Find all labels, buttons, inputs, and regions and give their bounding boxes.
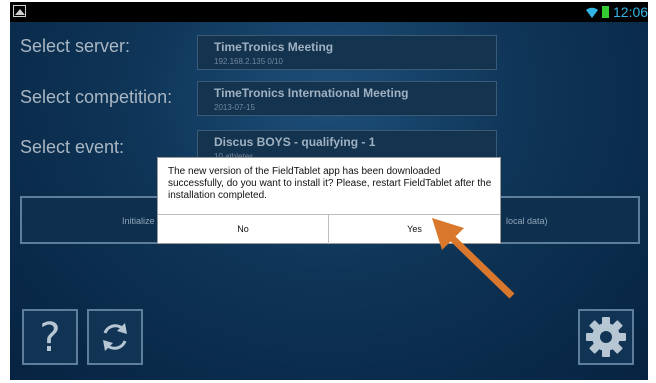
competition-select[interactable]: TimeTronics International Meeting 2013-0… bbox=[197, 81, 497, 116]
no-button[interactable]: No bbox=[158, 215, 329, 244]
battery-icon bbox=[602, 6, 609, 18]
server-value: TimeTronics Meeting bbox=[214, 40, 334, 54]
event-value: Discus BOYS - qualifying - 1 bbox=[214, 135, 376, 149]
sync-icon bbox=[103, 323, 127, 351]
wifi-icon bbox=[586, 7, 598, 18]
server-select[interactable]: TimeTronics Meeting 192.168.2.135 0/10 bbox=[197, 35, 497, 70]
competition-value: TimeTronics International Meeting bbox=[214, 86, 409, 100]
settings-button[interactable] bbox=[578, 309, 634, 365]
sync-button[interactable] bbox=[87, 309, 143, 365]
server-detail: 192.168.2.135 0/10 bbox=[214, 57, 283, 66]
settings-icon bbox=[586, 317, 626, 357]
help-button[interactable]: ? bbox=[22, 309, 78, 365]
annotation-arrow-icon bbox=[432, 218, 515, 299]
initialize-label: Initialize bbox=[122, 216, 155, 226]
tablet-screen: 12:06 Select server: TimeTronics Meeting… bbox=[10, 2, 648, 380]
competition-detail: 2013-07-15 bbox=[214, 103, 255, 112]
event-label: Select event: bbox=[20, 137, 125, 157]
dialog-message: The new version of the FieldTablet app h… bbox=[168, 166, 492, 201]
server-label: Select server: bbox=[20, 36, 131, 56]
image-icon bbox=[13, 5, 26, 17]
help-icon: ? bbox=[39, 315, 61, 361]
competition-label: Select competition: bbox=[20, 87, 173, 107]
status-clock: 12:06 bbox=[613, 4, 648, 20]
status-bar: 12:06 bbox=[10, 2, 648, 22]
